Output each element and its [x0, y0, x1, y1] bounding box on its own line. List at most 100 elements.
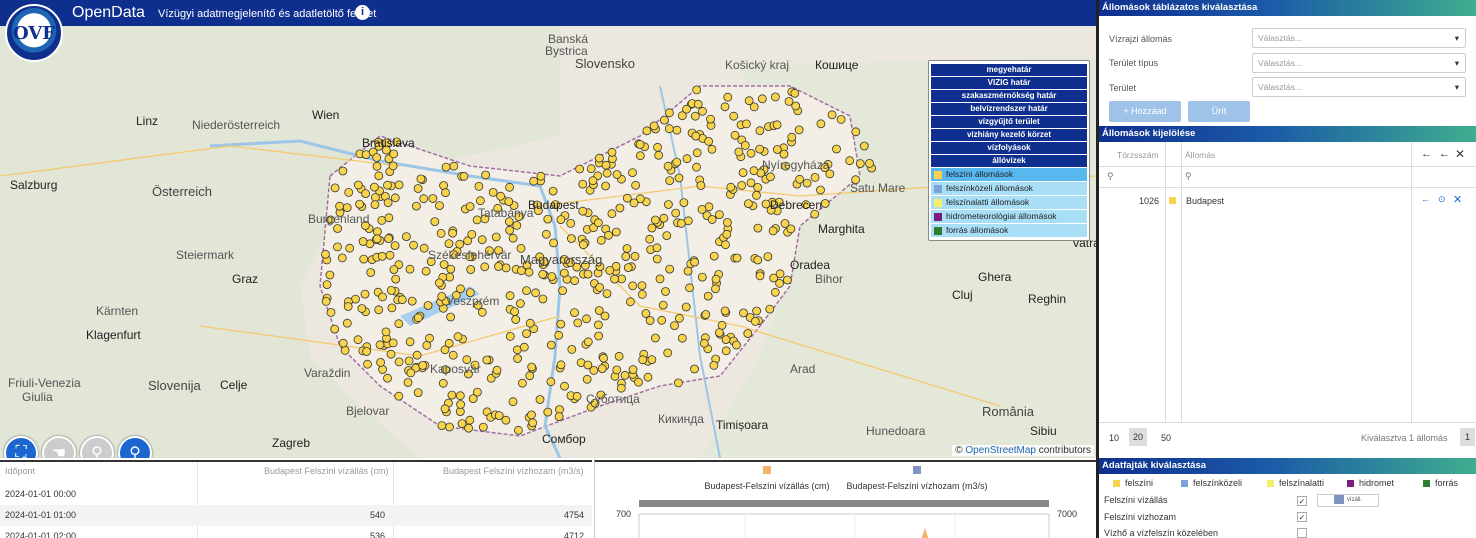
station-marker[interactable]: [651, 215, 660, 225]
station-marker[interactable]: [628, 168, 637, 178]
station-marker[interactable]: [444, 239, 454, 249]
station-marker[interactable]: [620, 370, 630, 380]
station-marker[interactable]: [755, 271, 765, 281]
station-marker[interactable]: [549, 238, 558, 248]
station-marker[interactable]: [638, 355, 648, 365]
station-marker[interactable]: [704, 137, 713, 146]
station-marker[interactable]: [663, 161, 673, 171]
station-marker[interactable]: [594, 218, 603, 228]
station-marker[interactable]: [522, 286, 531, 296]
station-marker[interactable]: [541, 229, 551, 239]
station-marker[interactable]: [340, 345, 350, 355]
station-marker[interactable]: [449, 161, 459, 171]
station-marker[interactable]: [467, 229, 477, 239]
station-marker[interactable]: [438, 378, 448, 388]
station-marker[interactable]: [699, 338, 709, 348]
add-button[interactable]: + Hozzáad: [1109, 101, 1181, 122]
station-marker[interactable]: [527, 410, 536, 420]
station-marker[interactable]: [658, 300, 668, 310]
station-marker[interactable]: [707, 144, 717, 154]
station-marker[interactable]: [732, 340, 741, 350]
station-marker[interactable]: [663, 348, 673, 358]
station-marker[interactable]: [404, 356, 414, 366]
station-marker[interactable]: [634, 377, 643, 387]
station-marker[interactable]: [411, 201, 421, 211]
station-marker[interactable]: [465, 415, 475, 425]
station-marker[interactable]: [771, 92, 780, 102]
station-marker[interactable]: [472, 387, 482, 397]
station-marker[interactable]: [428, 194, 438, 203]
station-marker[interactable]: [556, 319, 566, 329]
station-marker[interactable]: [734, 147, 744, 157]
station-marker[interactable]: [622, 244, 632, 253]
station-marker[interactable]: [594, 331, 603, 341]
station-marker[interactable]: [437, 421, 447, 431]
station-marker[interactable]: [353, 335, 363, 345]
station-marker[interactable]: [338, 166, 348, 176]
station-marker[interactable]: [749, 166, 759, 176]
station-marker[interactable]: [333, 242, 342, 252]
station-marker[interactable]: [827, 110, 837, 120]
station-marker[interactable]: [466, 265, 476, 274]
station-marker[interactable]: [518, 378, 527, 388]
station-marker[interactable]: [795, 174, 804, 184]
layer-toggle[interactable]: vízfolyások: [931, 142, 1087, 154]
station-layer-toggle[interactable]: felszínközeli állomások: [931, 182, 1087, 195]
station-marker[interactable]: [413, 313, 423, 323]
section-mark-header[interactable]: Állomások kijelölése: [1099, 126, 1476, 142]
station-marker[interactable]: [690, 111, 700, 121]
station-marker[interactable]: [403, 378, 413, 387]
station-marker[interactable]: [722, 229, 732, 239]
data-type-legend-item[interactable]: hidromet: [1347, 478, 1394, 488]
station-marker[interactable]: [522, 329, 531, 339]
station-marker[interactable]: [325, 270, 335, 280]
station-marker[interactable]: [546, 340, 556, 350]
station-marker[interactable]: [672, 157, 682, 167]
data-type-legend-item[interactable]: forrás: [1423, 478, 1458, 488]
data-type-legend-item[interactable]: felszínalatti: [1267, 478, 1324, 488]
table-row[interactable]: 2024-01-01 02:00 536 4712: [0, 526, 592, 538]
station-marker[interactable]: [621, 252, 631, 261]
layer-toggle[interactable]: állóvizek: [931, 155, 1087, 167]
table-row[interactable]: 2024-01-01 01:00 540 4754: [0, 505, 592, 526]
station-marker[interactable]: [478, 422, 488, 432]
station-marker[interactable]: [421, 266, 431, 276]
station-marker[interactable]: [357, 304, 367, 313]
station-marker[interactable]: [690, 257, 699, 267]
station-marker[interactable]: [338, 338, 348, 348]
station-marker[interactable]: [441, 188, 450, 198]
station-marker[interactable]: [683, 266, 693, 276]
station-marker[interactable]: [755, 144, 765, 154]
station-marker[interactable]: [635, 151, 645, 161]
station-marker[interactable]: [645, 234, 655, 244]
station-marker[interactable]: [691, 131, 701, 141]
station-marker[interactable]: [360, 289, 370, 299]
station-marker[interactable]: [447, 390, 457, 400]
station-marker[interactable]: [626, 297, 635, 307]
station-marker[interactable]: [665, 264, 675, 274]
station-marker[interactable]: [859, 141, 869, 151]
station-marker[interactable]: [531, 288, 540, 298]
station-marker[interactable]: [743, 329, 753, 338]
station-marker[interactable]: [720, 306, 730, 316]
station-marker[interactable]: [752, 306, 761, 316]
station-marker[interactable]: [441, 162, 451, 172]
station-marker[interactable]: [394, 180, 404, 190]
station-marker[interactable]: [528, 418, 538, 428]
station-marker[interactable]: [711, 274, 721, 284]
station-marker[interactable]: [559, 268, 569, 278]
station-marker[interactable]: [614, 351, 624, 361]
section-data-header[interactable]: Adatfajták kiválasztása: [1099, 458, 1476, 474]
station-marker[interactable]: [374, 171, 384, 181]
station-marker[interactable]: [746, 178, 756, 188]
station-marker[interactable]: [482, 355, 492, 365]
station-marker[interactable]: [370, 200, 380, 210]
station-marker[interactable]: [362, 347, 372, 356]
station-marker[interactable]: [749, 102, 759, 112]
station-marker[interactable]: [755, 126, 765, 136]
station-marker[interactable]: [387, 303, 397, 313]
layer-toggle[interactable]: belvízrendszer határ: [931, 103, 1087, 115]
legend-swatch[interactable]: [763, 466, 771, 474]
station-marker[interactable]: [567, 234, 576, 243]
station-marker[interactable]: [391, 274, 401, 284]
